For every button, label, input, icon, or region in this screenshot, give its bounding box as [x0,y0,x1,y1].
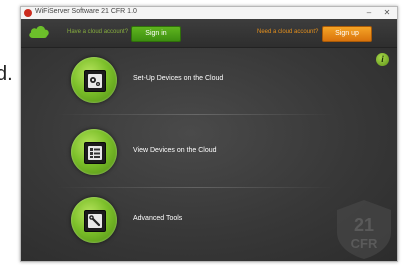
app-window: WiFiServer Software 21 CFR 1.0 – ✕ Have … [20,6,398,262]
divider [56,114,336,115]
menu-label-setup: Set-Up Devices on the Cloud [133,75,224,82]
minimize-button[interactable]: – [363,7,375,19]
header-bar: Have a cloud account? Sign in Need a clo… [21,19,397,48]
background-text-fragment: d. [0,63,13,85]
menu-label-view: View Devices on the Cloud [133,147,217,154]
menu-item-setup-devices[interactable]: Set-Up Devices on the Cloud [21,51,351,107]
sign-up-button[interactable]: Sign up [322,26,372,42]
menu-label-tools: Advanced Tools [133,215,183,222]
cloud-logo-icon [29,26,49,38]
device-setup-icon [84,70,106,92]
device-list-icon [84,142,106,164]
close-button[interactable]: ✕ [381,7,393,19]
svg-text:21: 21 [354,215,374,235]
wrench-icon [84,210,106,232]
app-icon [24,9,32,17]
window-title: WiFiServer Software 21 CFR 1.0 [35,8,137,15]
login-prompt: Have a cloud account? [67,29,129,35]
cfr-shield-watermark-icon: 21 CFR [337,200,391,259]
setup-circle [71,57,117,103]
menu-item-advanced-tools[interactable]: Advanced Tools [21,191,351,247]
info-icon[interactable]: i [376,53,389,66]
view-circle [71,129,117,175]
main-panel: i Set-Up Devices on the Cloud View Devic… [21,48,397,261]
svg-text:CFR: CFR [351,236,378,251]
account-prompt: Need a cloud account? [257,29,319,35]
tools-circle [71,197,117,243]
menu-item-view-devices[interactable]: View Devices on the Cloud [21,123,351,179]
divider [56,187,336,188]
sign-in-button[interactable]: Sign in [131,26,181,42]
